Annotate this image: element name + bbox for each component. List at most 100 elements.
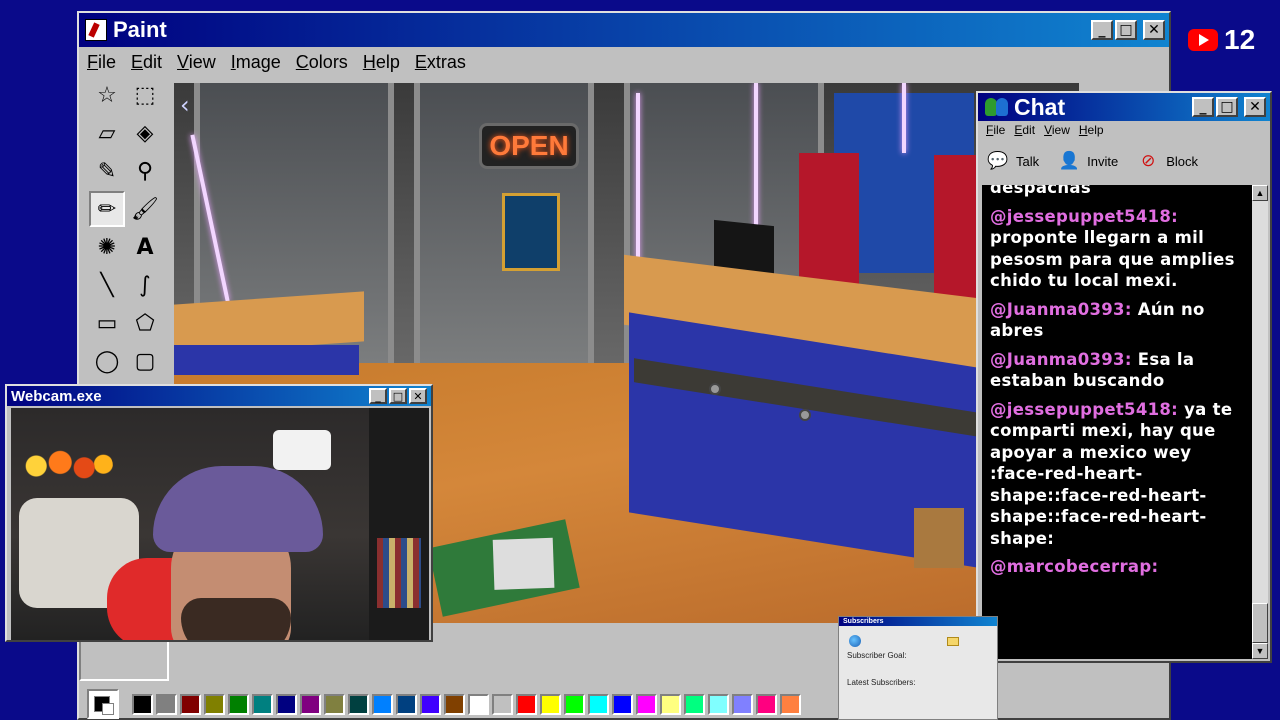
rectangle-icon[interactable]: ▭ bbox=[89, 305, 125, 341]
text-icon[interactable]: A bbox=[127, 229, 163, 265]
chat-menubar: File Edit View Help bbox=[986, 123, 1104, 137]
webcam-titlebar[interactable]: Webcam.exe _ □ ✕ bbox=[7, 386, 431, 406]
minimize-button[interactable]: _ bbox=[1091, 20, 1113, 40]
scroll-up-icon[interactable]: ▲ bbox=[1252, 185, 1268, 201]
ellipse-icon[interactable]: ◯ bbox=[89, 343, 125, 379]
menu-view[interactable]: View bbox=[177, 52, 216, 73]
chat-scrollbar[interactable]: ▲ ▼ bbox=[1252, 185, 1268, 659]
pencil-icon[interactable]: ✏ bbox=[89, 191, 125, 227]
webcam-maximize-button[interactable]: □ bbox=[389, 388, 407, 404]
purple-cap bbox=[153, 466, 323, 552]
webcam-minimize-button[interactable]: _ bbox=[369, 388, 387, 404]
chat-menu-help[interactable]: Help bbox=[1079, 123, 1104, 137]
talk-label: Talk bbox=[1016, 153, 1040, 169]
chat-menu-file[interactable]: File bbox=[986, 123, 1005, 137]
palette-swatch[interactable] bbox=[612, 693, 633, 715]
scroll-down-icon[interactable]: ▼ bbox=[1252, 643, 1268, 659]
chat-titlebar[interactable]: Chat _ □ ✕ bbox=[978, 93, 1270, 121]
talk-button[interactable]: 💬 Talk bbox=[986, 150, 1039, 172]
palette-swatch[interactable] bbox=[708, 693, 729, 715]
airbrush-icon[interactable]: ✺ bbox=[89, 229, 125, 265]
invite-button[interactable]: 👤 Invite bbox=[1057, 150, 1119, 172]
palette-swatch[interactable] bbox=[516, 693, 537, 715]
palette-swatch[interactable] bbox=[204, 693, 225, 715]
polygon-icon[interactable]: ⬠ bbox=[127, 305, 163, 341]
globe-icon bbox=[849, 635, 861, 647]
palette-swatch[interactable] bbox=[324, 693, 345, 715]
maximize-button[interactable]: □ bbox=[1115, 20, 1137, 40]
fill-icon[interactable]: ◈ bbox=[127, 115, 163, 151]
paint-app-icon bbox=[85, 19, 107, 41]
magnifier-icon[interactable]: ⚲ bbox=[127, 153, 163, 189]
block-button[interactable]: ⊘ Block bbox=[1136, 150, 1198, 172]
subscribers-widget: Subscribers Subscriber Goal: Latest Subs… bbox=[838, 616, 998, 720]
palette-swatch[interactable] bbox=[756, 693, 777, 715]
chevron-left-icon[interactable]: ‹ bbox=[180, 91, 190, 119]
chat-log[interactable]: despachas @jessepuppet5418: proponte lle… bbox=[982, 185, 1254, 659]
palette-swatch[interactable] bbox=[396, 693, 417, 715]
chat-maximize-button[interactable]: □ bbox=[1216, 97, 1238, 117]
palette-swatch[interactable] bbox=[276, 693, 297, 715]
palette-swatch[interactable] bbox=[684, 693, 705, 715]
cardboard-box bbox=[914, 508, 964, 568]
palette-swatch[interactable] bbox=[540, 693, 561, 715]
invite-icon: 👤 bbox=[1058, 151, 1080, 171]
palette-swatch[interactable] bbox=[348, 693, 369, 715]
menu-file[interactable]: File bbox=[87, 52, 116, 73]
menu-image[interactable]: Image bbox=[231, 52, 281, 73]
chat-menu-view[interactable]: View bbox=[1044, 123, 1070, 137]
chat-message: despachas bbox=[990, 185, 1248, 199]
folder-icon bbox=[947, 637, 959, 646]
menu-edit[interactable]: Edit bbox=[131, 52, 162, 73]
close-button[interactable]: ✕ bbox=[1143, 20, 1165, 40]
webcam-close-button[interactable]: ✕ bbox=[409, 388, 427, 404]
palette-swatch[interactable] bbox=[732, 693, 753, 715]
chat-window: Chat _ □ ✕ File Edit View Help 💬 Talk 👤 … bbox=[976, 91, 1272, 663]
curve-icon[interactable]: ∫ bbox=[127, 267, 163, 303]
invite-label: Invite bbox=[1087, 153, 1119, 169]
palette-swatch[interactable] bbox=[588, 693, 609, 715]
palette-swatch[interactable] bbox=[492, 693, 513, 715]
paint-titlebar[interactable]: Paint _ □ ✕ bbox=[79, 13, 1169, 47]
beard bbox=[181, 598, 291, 640]
talk-icon: 💬 bbox=[987, 151, 1009, 171]
palette-swatch[interactable] bbox=[300, 693, 321, 715]
chat-menu-edit[interactable]: Edit bbox=[1014, 123, 1035, 137]
palette-swatch[interactable] bbox=[444, 693, 465, 715]
scroll-thumb[interactable] bbox=[1252, 603, 1268, 643]
palette-swatch[interactable] bbox=[420, 693, 441, 715]
counter-front-left bbox=[174, 345, 359, 375]
palette-swatch[interactable] bbox=[660, 693, 681, 715]
color-palette bbox=[87, 689, 801, 719]
chat-text: despachas bbox=[990, 185, 1091, 197]
rect-select-icon[interactable]: ⬚ bbox=[127, 77, 163, 113]
menu-colors[interactable]: Colors bbox=[296, 52, 348, 73]
palette-swatch[interactable] bbox=[180, 693, 201, 715]
chat-text: proponte llegarn a mil pesosm para que a… bbox=[990, 228, 1235, 290]
palette-swatch[interactable] bbox=[636, 693, 657, 715]
eraser-icon[interactable]: ▱ bbox=[89, 115, 125, 151]
palette-swatch[interactable] bbox=[780, 693, 801, 715]
palette-swatch[interactable] bbox=[132, 693, 153, 715]
drawer-handle bbox=[799, 409, 811, 421]
youtube-icon bbox=[1188, 29, 1218, 51]
current-colors[interactable] bbox=[87, 689, 119, 719]
free-select-icon[interactable]: ☆ bbox=[89, 77, 125, 113]
palette-swatch[interactable] bbox=[228, 693, 249, 715]
menu-help[interactable]: Help bbox=[363, 52, 400, 73]
chat-username: @Juanma0393: bbox=[990, 299, 1132, 319]
block-icon: ⊘ bbox=[1141, 151, 1156, 171]
menu-extras[interactable]: Extras bbox=[415, 52, 466, 73]
rounded-rectangle-icon[interactable]: ▢ bbox=[127, 343, 163, 379]
brush-icon[interactable]: 🖌 bbox=[127, 191, 163, 227]
palette-swatch[interactable] bbox=[156, 693, 177, 715]
palette-swatch[interactable] bbox=[564, 693, 585, 715]
chat-minimize-button[interactable]: _ bbox=[1192, 97, 1214, 117]
line-icon[interactable]: ╲ bbox=[89, 267, 125, 303]
color-picker-icon[interactable]: ✎ bbox=[89, 153, 125, 189]
palette-swatch[interactable] bbox=[252, 693, 273, 715]
chat-message: @jessepuppet5418: proponte llegarn a mil… bbox=[990, 206, 1248, 292]
chat-close-button[interactable]: ✕ bbox=[1244, 97, 1266, 117]
palette-swatch[interactable] bbox=[468, 693, 489, 715]
palette-swatch[interactable] bbox=[372, 693, 393, 715]
